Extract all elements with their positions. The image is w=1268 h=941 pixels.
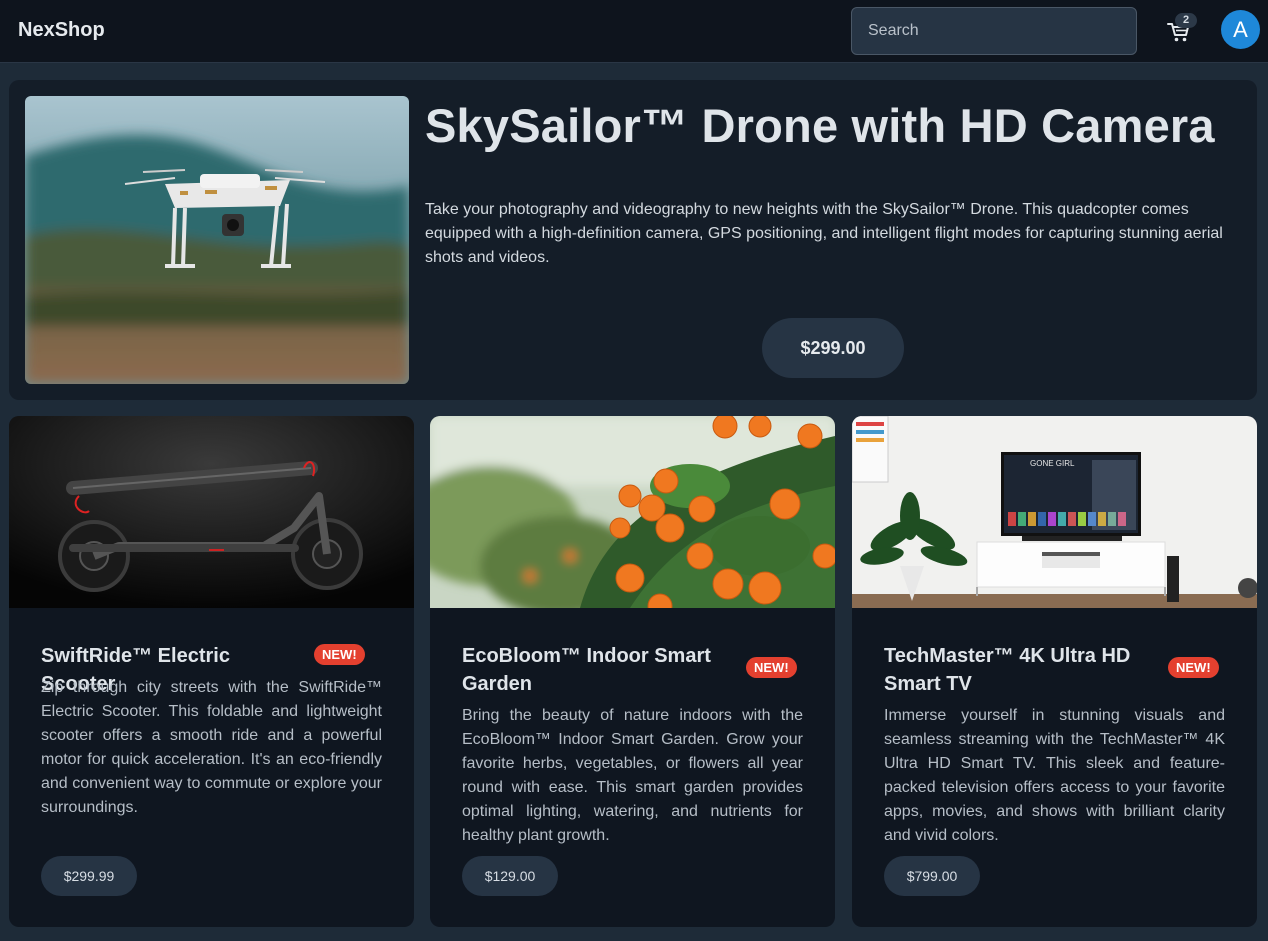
product-description: Bring the beauty of nature indoors with … [462, 707, 803, 844]
product-description: Immerse yourself in stunning visuals and… [884, 707, 1225, 844]
user-avatar[interactable]: A [1221, 10, 1260, 49]
smart-tv-image[interactable]: GONE GIRL [852, 416, 1257, 608]
new-badge: NEW! [746, 657, 797, 678]
product-price-button[interactable]: $299.99 [41, 856, 137, 896]
product-card[interactable]: GONE GIRL TechMaster™ 4K Ultra HD Smart … [852, 416, 1257, 927]
product-card[interactable]: SwiftRide™ Electric Scooter NEW! Zip thr… [9, 416, 414, 927]
drone-image[interactable] [25, 96, 409, 384]
cart-count-badge: 2 [1175, 13, 1197, 28]
orange-tree-image[interactable] [430, 416, 835, 608]
product-description: Zip through city streets with the SwiftR… [41, 679, 382, 816]
product-price-button[interactable]: $129.00 [462, 856, 558, 896]
featured-product-card: SkySailor™ Drone with HD Camera Take you… [9, 80, 1257, 400]
product-price-button[interactable]: $799.00 [884, 856, 980, 896]
scooter-image[interactable] [9, 416, 414, 608]
new-badge: NEW! [1168, 657, 1219, 678]
featured-price-button[interactable]: $299.00 [762, 318, 904, 378]
product-title: EcoBloom™ Indoor Smart Garden [462, 645, 711, 695]
brand-logo[interactable]: NexShop [18, 19, 105, 42]
top-navbar: NexShop 2 A [0, 0, 1268, 63]
tv-screen-text: GONE GIRL [1030, 459, 1075, 468]
featured-product-title: SkySailor™ Drone with HD Camera [425, 99, 1215, 152]
featured-product-description: Take your photography and videography to… [425, 201, 1223, 266]
product-card[interactable]: EcoBloom™ Indoor Smart Garden NEW! Bring… [430, 416, 835, 927]
new-badge: NEW! [314, 644, 365, 665]
search-input[interactable] [851, 7, 1137, 55]
product-title: TechMaster™ 4K Ultra HD Smart TV [884, 645, 1131, 695]
